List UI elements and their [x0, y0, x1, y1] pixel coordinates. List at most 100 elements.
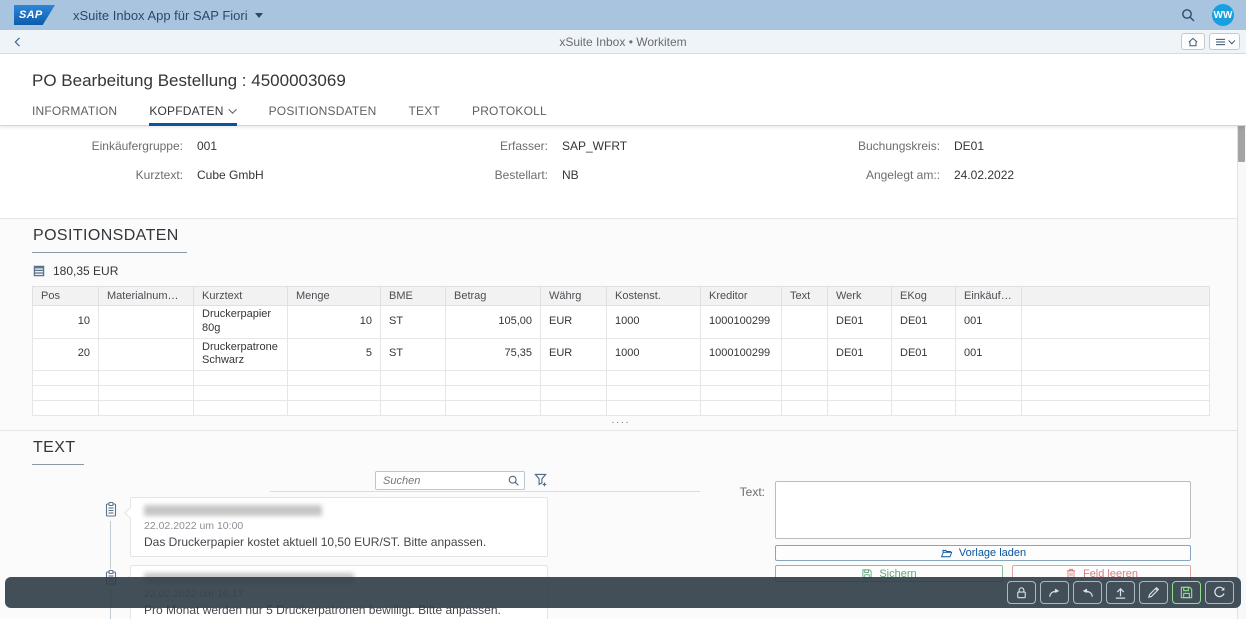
edit-button[interactable] — [1139, 581, 1168, 604]
cell-kurztext[interactable]: Druckerpapier 80g — [194, 306, 288, 339]
cell-betrag[interactable]: 105,00 — [446, 306, 541, 339]
app-title-menu[interactable]: xSuite Inbox App für SAP Fiori — [73, 8, 263, 23]
search-input[interactable] — [383, 475, 507, 487]
cell-materialnummer[interactable] — [99, 338, 194, 371]
cell-kostenst[interactable]: 1000 — [607, 306, 701, 339]
chevron-down-icon — [1228, 37, 1235, 44]
field-label-kurztext: Kurztext: — [32, 168, 183, 182]
avatar[interactable]: WW — [1212, 4, 1234, 26]
note-timestamp: 22.02.2022 um 10:00 — [144, 520, 537, 532]
cell-waehrg[interactable]: EUR — [541, 306, 607, 339]
kopfdaten-form: Einkäufergruppe: 001 Erfasser: SAP_WFRT … — [0, 126, 1246, 218]
text-editor-textarea[interactable] — [775, 481, 1191, 539]
col-kreditor[interactable]: Kreditor — [701, 287, 782, 306]
cell-waehrg[interactable]: EUR — [541, 338, 607, 371]
cell-text[interactable] — [782, 338, 828, 371]
overflow-menu-button[interactable] — [1209, 33, 1240, 50]
cell-werk[interactable]: DE01 — [828, 338, 892, 371]
field-value-kurztext: Cube GmbH — [183, 168, 486, 182]
table-grow-handle[interactable]: .... — [32, 417, 1210, 425]
col-kurztext[interactable]: Kurztext — [194, 287, 288, 306]
sum-table-icon — [32, 264, 46, 278]
table-row[interactable]: 20 Druckerpatrone Schwarz 5 ST 75,35 EUR… — [33, 338, 1210, 371]
cell-bme[interactable]: ST — [381, 338, 446, 371]
note-text: Das Druckerpapier kostet aktuell 10,50 E… — [144, 535, 537, 549]
vertical-scrollbar[interactable] — [1237, 54, 1246, 619]
tab-positionsdaten[interactable]: POSITIONSDATEN — [269, 104, 377, 126]
home-button[interactable] — [1181, 33, 1205, 50]
filter-add-icon[interactable] — [533, 472, 548, 488]
cell-materialnummer[interactable] — [99, 306, 194, 339]
field-label-angelegt-am: Angelegt am:: — [858, 168, 940, 182]
upload-button[interactable] — [1106, 581, 1135, 604]
cell-kostenst[interactable]: 1000 — [607, 338, 701, 371]
cell-pos[interactable]: 20 — [33, 338, 99, 371]
save-button[interactable] — [1172, 581, 1201, 604]
cell-kreditor[interactable]: 1000100299 — [701, 338, 782, 371]
col-einkaeuferg[interactable]: Einkäuferg... — [956, 287, 1022, 306]
cell-einkaeuferg[interactable]: 001 — [956, 338, 1022, 371]
text-editor-label: Text: — [660, 485, 765, 499]
cell-text[interactable] — [782, 306, 828, 339]
col-werk[interactable]: Werk — [828, 287, 892, 306]
cell-kurztext[interactable]: Druckerpatrone Schwarz — [194, 338, 288, 371]
tab-information[interactable]: INFORMATION — [32, 104, 117, 126]
search-icon[interactable] — [507, 474, 520, 487]
cell-kreditor[interactable]: 1000100299 — [701, 306, 782, 339]
col-pos[interactable]: Pos — [33, 287, 99, 306]
table-row-empty[interactable] — [33, 401, 1210, 416]
table-row-empty[interactable] — [33, 371, 1210, 386]
back-button[interactable] — [6, 35, 30, 49]
cell-bme[interactable]: ST — [381, 306, 446, 339]
table-row-empty[interactable] — [33, 386, 1210, 401]
app-title: xSuite Inbox App für SAP Fiori — [73, 8, 248, 23]
load-template-button[interactable]: Vorlage laden — [775, 545, 1191, 561]
lock-button[interactable] — [1007, 581, 1036, 604]
col-kostenst[interactable]: Kostenst. — [607, 287, 701, 306]
tab-kopfdaten[interactable]: KOPFDATEN — [149, 104, 236, 126]
field-label-bestellart: Bestellart: — [486, 168, 548, 182]
lock-icon — [1014, 585, 1029, 600]
cell-menge[interactable]: 5 — [288, 338, 381, 371]
save-icon — [1179, 585, 1194, 600]
col-materialnummer[interactable]: Materialnummer — [99, 287, 194, 306]
tab-text[interactable]: TEXT — [409, 104, 440, 126]
refresh-button[interactable] — [1205, 581, 1234, 604]
refresh-icon — [1212, 585, 1227, 600]
col-bme[interactable]: BME — [381, 287, 446, 306]
table-row[interactable]: 10 Druckerpapier 80g 10 ST 105,00 EUR 10… — [33, 306, 1210, 339]
sap-logo: SAP — [14, 5, 55, 25]
field-value-einkaeufergruppe: 001 — [183, 139, 486, 153]
col-menge[interactable]: Menge — [288, 287, 381, 306]
upload-icon — [1113, 585, 1128, 600]
field-value-bestellart: NB — [548, 168, 858, 182]
cell-pos[interactable]: 10 — [33, 306, 99, 339]
cell-ekog[interactable]: DE01 — [892, 306, 956, 339]
cell-werk[interactable]: DE01 — [828, 306, 892, 339]
col-text[interactable]: Text — [782, 287, 828, 306]
load-template-label: Vorlage laden — [959, 547, 1026, 559]
tab-protokoll[interactable]: PROTOKOLL — [472, 104, 547, 126]
field-label-buchungskreis: Buchungskreis: — [858, 139, 940, 153]
divider — [270, 491, 700, 492]
field-label-einkaeufergruppe: Einkäufergruppe: — [32, 139, 183, 153]
cell-einkaeuferg[interactable]: 001 — [956, 306, 1022, 339]
col-betrag[interactable]: Betrag — [446, 287, 541, 306]
note-item[interactable]: 22.02.2022 um 10:00 Das Druckerpapier ko… — [130, 497, 548, 557]
positions-table: Pos Materialnummer Kurztext Menge BME Be… — [32, 286, 1210, 416]
forward-button[interactable] — [1040, 581, 1069, 604]
col-ekog[interactable]: EKog — [892, 287, 956, 306]
chevron-down-icon — [228, 105, 236, 113]
col-waehrg[interactable]: Währg — [541, 287, 607, 306]
total-amount: 180,35 EUR — [53, 264, 118, 278]
field-label-erfasser: Erfasser: — [486, 139, 548, 153]
col-filler — [1022, 287, 1210, 306]
search-icon[interactable] — [1180, 7, 1196, 23]
notes-search-field[interactable] — [375, 471, 525, 490]
cell-menge[interactable]: 10 — [288, 306, 381, 339]
cell-betrag[interactable]: 75,35 — [446, 338, 541, 371]
note-clipboard-icon — [103, 501, 119, 518]
cell-ekog[interactable]: DE01 — [892, 338, 956, 371]
undo-icon — [1080, 585, 1095, 600]
undo-button[interactable] — [1073, 581, 1102, 604]
